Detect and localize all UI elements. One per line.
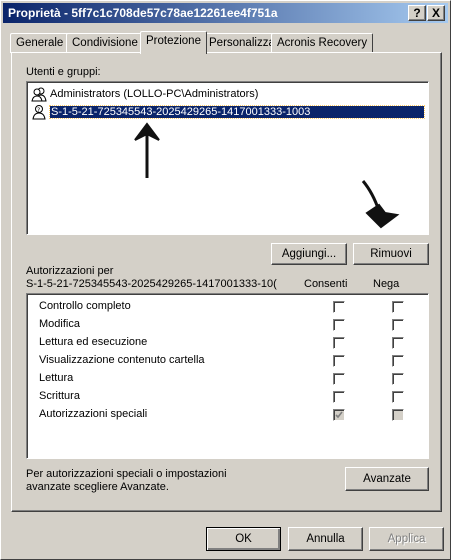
deny-checkbox[interactable] [392, 319, 404, 331]
protezione-panel: Utenti e gruppi: Administrators (LOLLO-P… [11, 52, 442, 512]
apply-button: Applica [369, 527, 444, 551]
table-row: Autorizzazioni speciali [39, 406, 439, 424]
deny-column-header: Nega [373, 278, 400, 290]
allow-checkbox[interactable] [333, 319, 345, 331]
group-icon [31, 86, 47, 102]
ok-button-label: OK [235, 533, 252, 545]
advanced-button-label: Avanzate [363, 473, 411, 485]
deny-checkbox[interactable] [392, 391, 404, 403]
allow-checkbox[interactable] [333, 337, 345, 349]
remove-button-label: Rimuovi [370, 248, 412, 260]
allow-checkbox[interactable] [333, 391, 345, 403]
ok-button[interactable]: OK [206, 527, 281, 551]
permission-name: Lettura ed esecuzione [39, 336, 148, 348]
svg-text:?: ? [37, 107, 40, 114]
permission-name: Modifica [39, 318, 80, 330]
apply-button-label: Applica [387, 533, 426, 545]
cancel-button-label: Annulla [306, 533, 345, 545]
user-name: S-1-5-21-725345543-2025429265-1417001333… [49, 104, 425, 119]
permission-name: Scrittura [39, 390, 80, 402]
table-row: Modifica [39, 316, 439, 334]
table-row: Visualizzazione contenuto cartella [39, 352, 439, 370]
window-title: Proprietà - 5ff7c1c708de57c78ae12261ee4f… [8, 6, 278, 20]
annotation-arrow-down [361, 180, 400, 229]
unknown-user-icon: ? [31, 104, 47, 120]
allow-column-header: Consenti [304, 278, 348, 290]
deny-checkbox[interactable] [392, 373, 404, 385]
permission-name: Visualizzazione contenuto cartella [39, 354, 205, 366]
permission-name: Autorizzazioni speciali [39, 408, 148, 420]
help-icon: ? [413, 6, 421, 20]
user-name: Administrators (LOLLO-PC\Administrators) [50, 87, 259, 100]
permission-name: Lettura [39, 372, 74, 384]
table-row: Controllo completo [39, 298, 439, 316]
cancel-button[interactable]: Annulla [288, 527, 363, 551]
allow-checkbox[interactable] [333, 355, 345, 367]
close-icon: X [431, 6, 440, 20]
allow-checkbox[interactable] [333, 301, 345, 313]
add-button-label: Aggiungi... [281, 248, 337, 260]
list-item[interactable]: ? S-1-5-21-725345543-2025429265-14170013… [31, 103, 427, 120]
remove-button[interactable]: Rimuovi [353, 243, 429, 265]
permissions-list: Controllo completo Modifica Lettura ed e… [26, 293, 429, 459]
properties-window: Proprietà - 5ff7c1c708de57c78ae12261ee4f… [0, 0, 451, 560]
table-row: Lettura ed esecuzione [39, 334, 439, 352]
check-icon [335, 411, 343, 419]
permission-name: Controllo completo [39, 300, 131, 312]
title-bar[interactable]: Proprietà - 5ff7c1c708de57c78ae12261ee4f… [3, 3, 448, 23]
annotation-arrow-up [134, 122, 160, 178]
tab-generale[interactable]: Generale [10, 33, 70, 53]
advanced-hint-line1: Per autorizzazioni speciali o impostazio… [26, 468, 227, 480]
deny-checkbox [392, 409, 404, 421]
advanced-button[interactable]: Avanzate [345, 467, 429, 491]
tab-condivisione[interactable]: Condivisione [66, 33, 144, 53]
list-item[interactable]: Administrators (LOLLO-PC\Administrators) [31, 85, 258, 102]
tab-acronis-recovery[interactable]: Acronis Recovery [271, 33, 374, 53]
add-button[interactable]: Aggiungi... [271, 243, 347, 265]
table-row: Scrittura [39, 388, 439, 406]
users-label: Utenti e gruppi: [26, 66, 101, 78]
permissions-label: Autorizzazioni per [26, 265, 114, 277]
deny-checkbox[interactable] [392, 337, 404, 349]
allow-checkbox [333, 409, 345, 421]
allow-checkbox[interactable] [333, 373, 345, 385]
deny-checkbox[interactable] [392, 301, 404, 313]
permissions-principal: S-1-5-21-725345543-2025429265-1417001333… [26, 278, 277, 290]
deny-checkbox[interactable] [392, 355, 404, 367]
help-button[interactable]: ? [408, 5, 426, 21]
table-row: Lettura [39, 370, 439, 388]
users-list[interactable]: Administrators (LOLLO-PC\Administrators)… [26, 81, 429, 235]
tab-personalizza[interactable]: Personalizza [203, 33, 281, 53]
close-button[interactable]: X [427, 5, 445, 21]
advanced-hint-line2: avanzate scegliere Avanzate. [26, 481, 169, 493]
tab-protezione[interactable]: Protezione [140, 31, 207, 54]
